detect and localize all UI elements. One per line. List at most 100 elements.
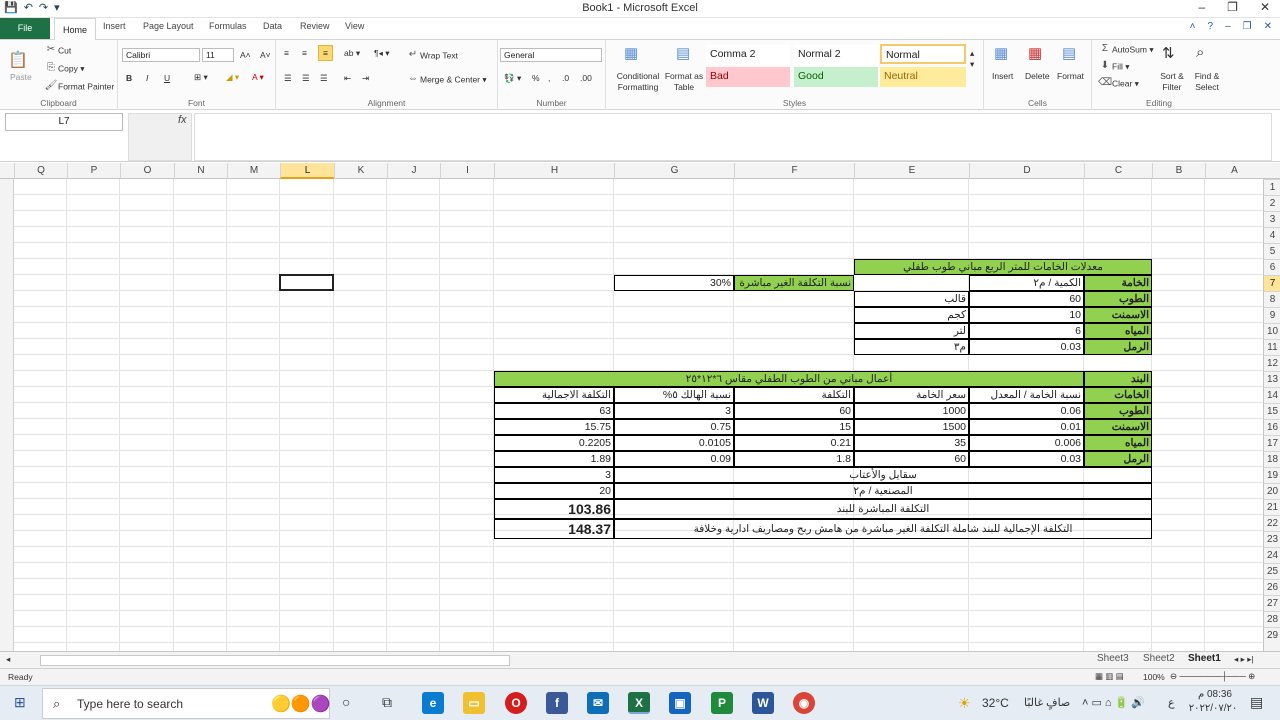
publisher-icon[interactable]: P bbox=[711, 692, 733, 714]
column-header-i[interactable]: I bbox=[440, 163, 494, 179]
row-header-26[interactable]: 26 bbox=[1264, 579, 1280, 595]
sort-filter-icon[interactable]: ⇅ bbox=[1162, 44, 1175, 62]
percent-icon[interactable]: % bbox=[532, 73, 540, 83]
column-header-c[interactable]: C bbox=[1084, 163, 1152, 179]
column-header-b[interactable]: B bbox=[1152, 163, 1205, 179]
style-normal2[interactable]: Normal 2 bbox=[794, 45, 878, 65]
windows-start-icon[interactable]: ⊞ bbox=[14, 694, 26, 711]
doc-restore-icon[interactable]: ❐ bbox=[1243, 21, 1252, 32]
row-header-25[interactable]: 25 bbox=[1264, 563, 1280, 579]
font-color-icon[interactable]: A ▾ bbox=[252, 72, 264, 83]
font-size-select[interactable]: 11 bbox=[202, 48, 234, 62]
row-header-12[interactable]: 12 bbox=[1264, 355, 1280, 371]
grow-font-icon[interactable]: A˄ bbox=[240, 50, 251, 60]
column-header-l[interactable]: L bbox=[280, 163, 334, 179]
edge-icon[interactable]: e bbox=[422, 692, 444, 714]
underline-button[interactable]: U bbox=[164, 73, 170, 83]
decrease-decimal-icon[interactable]: .00 bbox=[580, 73, 592, 83]
chrome-icon[interactable]: ◉ bbox=[793, 692, 815, 714]
row-header-2[interactable]: 2 bbox=[1264, 195, 1280, 211]
column-header-m[interactable]: M bbox=[227, 163, 280, 179]
format-painter-button[interactable]: 🖌Format Painter bbox=[44, 80, 115, 94]
vertical-scrollbar[interactable] bbox=[0, 163, 14, 651]
input-language[interactable]: ع bbox=[1168, 696, 1175, 709]
word-icon[interactable]: W bbox=[752, 692, 774, 714]
fill-color-icon[interactable]: ◢ ▾ bbox=[226, 72, 239, 83]
row-header-1[interactable]: 1 bbox=[1264, 179, 1280, 195]
row-header-21[interactable]: 21 bbox=[1264, 499, 1280, 515]
tray-icons[interactable]: ˄ ▭ ⌂ 🔋 🔊 bbox=[1082, 696, 1145, 709]
merge-center-button[interactable]: ⇔ Merge & Center ▾ bbox=[406, 73, 487, 87]
delete-button[interactable]: Delete bbox=[1025, 71, 1050, 81]
styles-more-icon[interactable]: ▴ ▾ bbox=[970, 48, 974, 70]
task-view-icon[interactable]: ⧉ bbox=[382, 694, 392, 711]
tab-insert[interactable]: Insert bbox=[103, 21, 126, 31]
row-header-5[interactable]: 5 bbox=[1264, 243, 1280, 259]
row-header-10[interactable]: 10 bbox=[1264, 323, 1280, 339]
autosum-button[interactable]: Σ AutoSum ▾ bbox=[1098, 43, 1154, 57]
facebook-icon[interactable]: f bbox=[546, 692, 568, 714]
zoom-level[interactable]: 100% bbox=[1143, 672, 1165, 682]
row-header-28[interactable]: 28 bbox=[1264, 611, 1280, 627]
style-comma2[interactable]: Comma 2 bbox=[706, 45, 790, 65]
decrease-indent-icon[interactable]: ⇤ bbox=[344, 73, 351, 84]
scroll-left-icon[interactable]: ◂ bbox=[6, 654, 10, 665]
shrink-font-icon[interactable]: A˅ bbox=[260, 50, 271, 60]
sheet-tab-2[interactable]: Sheet2 bbox=[1143, 653, 1175, 664]
row-header-18[interactable]: 18 bbox=[1264, 451, 1280, 467]
copy-button[interactable]: ⎘ Copy ▾ bbox=[44, 62, 84, 76]
notifications-icon[interactable]: ▤ bbox=[1250, 694, 1263, 711]
row-header-27[interactable]: 27 bbox=[1264, 595, 1280, 611]
column-header-d[interactable]: D bbox=[969, 163, 1084, 179]
column-header-o[interactable]: O bbox=[120, 163, 174, 179]
tab-data[interactable]: Data bbox=[263, 21, 282, 31]
sheet-nav-icon[interactable]: ◂ ▸ ▸| bbox=[1234, 654, 1254, 665]
file-explorer-icon[interactable]: ▭ bbox=[463, 692, 485, 714]
wrap-text-button[interactable]: ↵ Wrap Text bbox=[406, 49, 458, 63]
row-header-6[interactable]: 6 bbox=[1264, 259, 1280, 275]
row-header-9[interactable]: 9 bbox=[1264, 307, 1280, 323]
column-header-g[interactable]: G bbox=[614, 163, 734, 179]
horizontal-scrollbar[interactable] bbox=[40, 655, 510, 666]
weather-icon[interactable]: ☀ bbox=[958, 695, 971, 712]
conditional-format-button[interactable]: Conditional Formatting bbox=[610, 71, 666, 93]
currency-icon[interactable]: 💱 ▾ bbox=[504, 73, 521, 84]
row-header-4[interactable]: 4 bbox=[1264, 227, 1280, 243]
row-header-29[interactable]: 29 bbox=[1264, 627, 1280, 643]
excel-taskbar-icon[interactable]: X bbox=[628, 692, 650, 714]
cortana-icon[interactable]: ○ bbox=[342, 694, 350, 710]
tab-view[interactable]: View bbox=[345, 21, 364, 31]
weather-temp[interactable]: 32°C bbox=[982, 696, 1009, 710]
delete-cells-icon[interactable]: ▦ bbox=[1028, 44, 1042, 62]
borders-icon[interactable]: ⊞ ▾ bbox=[194, 72, 208, 83]
doc-minimize-icon[interactable]: – bbox=[1225, 21, 1231, 32]
row-header-17[interactable]: 17 bbox=[1264, 435, 1280, 451]
paste-button[interactable]: Paste bbox=[10, 72, 32, 82]
style-bad[interactable]: Bad bbox=[706, 67, 790, 87]
comma-style-icon[interactable]: , bbox=[548, 73, 550, 83]
row-header-11[interactable]: 11 bbox=[1264, 339, 1280, 355]
tab-formulas[interactable]: Formulas bbox=[209, 21, 247, 31]
align-top-icon[interactable]: ≡ bbox=[284, 48, 289, 58]
sort-filter-button[interactable]: Sort & Filter bbox=[1156, 71, 1188, 93]
increase-indent-icon[interactable]: ⇥ bbox=[362, 73, 369, 84]
minimize-button[interactable]: – bbox=[1198, 0, 1205, 14]
tab-home[interactable]: Home bbox=[54, 18, 97, 40]
rtl-icon[interactable]: ¶◂ ▾ bbox=[374, 48, 389, 59]
zoom-slider[interactable]: ⊖ ───────┼─── ⊕ bbox=[1170, 671, 1255, 682]
row-header-23[interactable]: 23 bbox=[1264, 531, 1280, 547]
name-box[interactable]: L7 bbox=[5, 113, 123, 131]
insert-button[interactable]: Insert bbox=[992, 71, 1013, 81]
clock-date[interactable]: ٢٠٢٢/٠٧/٢٠ bbox=[1186, 703, 1240, 714]
active-cell[interactable] bbox=[279, 274, 334, 291]
align-left-icon[interactable]: ☰ bbox=[284, 73, 292, 84]
increase-decimal-icon[interactable]: .0 bbox=[562, 73, 569, 83]
find-select-icon[interactable]: ⌕ bbox=[1196, 44, 1204, 61]
row-header-13[interactable]: 13 bbox=[1264, 371, 1280, 387]
taskbar-search[interactable]: ⌕ Type here to search 🟡🟠🟣 bbox=[42, 688, 331, 719]
row-header-19[interactable]: 19 bbox=[1264, 467, 1280, 483]
column-header-a[interactable]: A bbox=[1205, 163, 1263, 179]
style-good[interactable]: Good bbox=[794, 67, 878, 87]
orientation-icon[interactable]: ab ▾ bbox=[344, 48, 360, 59]
cut-button[interactable]: ✂ Cut bbox=[44, 44, 71, 58]
